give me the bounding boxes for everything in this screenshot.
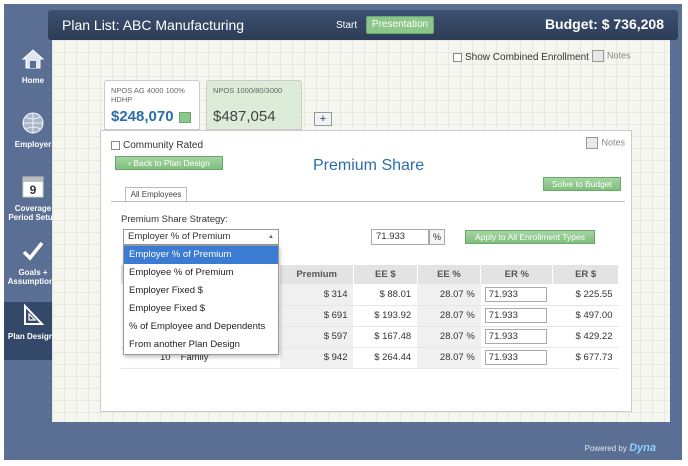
home-icon xyxy=(21,49,45,69)
solve-to-budget-button[interactable]: Solve to Budget xyxy=(543,177,621,191)
sidebar-item-label: Home xyxy=(21,76,45,85)
community-rated-toggle[interactable]: Community Rated xyxy=(111,140,203,151)
add-plan-button[interactable]: + xyxy=(314,112,332,126)
row-er-dollar: $ 429.22 xyxy=(552,326,619,348)
strategy-dropdown-menu: Employer % of Premium Employee % of Prem… xyxy=(123,245,279,355)
row-er-dollar: $ 497.00 xyxy=(552,305,619,327)
calendar-icon: 9 xyxy=(22,176,44,198)
er-pct-input[interactable]: 71.933 xyxy=(484,308,547,323)
globe-icon xyxy=(22,112,44,134)
col-header-ee-pct: EE % xyxy=(417,265,482,284)
percent-input[interactable]: 71.933 xyxy=(371,229,429,245)
tab-divider xyxy=(111,201,625,202)
row-er-pct-cell: 71.933 xyxy=(480,284,553,306)
row-premium: $ 597 xyxy=(279,326,354,348)
check-icon xyxy=(22,241,44,261)
back-to-plan-design-button[interactable]: ‹ Back to Plan Design xyxy=(115,156,223,170)
col-header-premium: Premium xyxy=(279,265,354,284)
show-combined-enrollment[interactable]: Show Combined Enrollment xyxy=(453,52,589,63)
community-rated-label: Community Rated xyxy=(123,140,204,151)
brand-logo: Dyna xyxy=(629,442,656,454)
er-pct-input[interactable]: 71.933 xyxy=(484,286,547,302)
powered-by-footer: Powered by Dyna xyxy=(585,442,656,454)
row-ee-dollar: $ 264.44 xyxy=(353,347,418,369)
plan-name: NPOS AG 4000 100% HDHP xyxy=(111,86,185,104)
row-ee-dollar: $ 88.01 xyxy=(353,284,418,306)
notes-button-top[interactable]: Notes xyxy=(592,50,631,62)
tab-all-employees[interactable]: All Employees xyxy=(125,187,187,201)
row-premium: $ 691 xyxy=(279,305,354,327)
header-bar: Plan List: ABC Manufacturing Start Prese… xyxy=(48,10,678,40)
panel-title: Premium Share xyxy=(313,157,425,174)
premium-share-panel: Community Rated Notes ‹ Back to Plan Des… xyxy=(100,130,632,412)
page-title: Plan List: ABC Manufacturing xyxy=(62,17,245,33)
percent-symbol: % xyxy=(429,229,445,245)
sidebar-item-label: Goals + Assumptions xyxy=(7,268,59,286)
row-er-pct-cell: 71.933 xyxy=(480,305,553,327)
er-pct-input[interactable]: 71.933 xyxy=(484,350,547,365)
col-header-ee-dollar: EE $ xyxy=(353,265,418,284)
plan-value: $487,054 xyxy=(213,108,276,125)
col-header-er-pct: ER % xyxy=(480,265,554,284)
dropdown-option[interactable]: Employer % of Premium xyxy=(124,246,278,264)
notes-label: Notes xyxy=(601,137,625,148)
dropdown-option[interactable]: From another Plan Design xyxy=(124,336,278,354)
notes-button-panel[interactable]: Notes xyxy=(586,137,625,149)
strategy-selected-value: Employer % of Premium xyxy=(128,231,231,242)
combined-label: Show Combined Enrollment xyxy=(465,52,589,63)
plan-card-1[interactable]: NPOS AG 4000 100% HDHP $248,070 xyxy=(104,80,200,130)
sidebar-item-label: Coverage Period Setup xyxy=(8,204,58,222)
dropdown-option[interactable]: % of Employee and Dependents xyxy=(124,318,278,336)
row-ee-pct: 28.07 % xyxy=(417,305,481,327)
col-header-er-dollar: ER $ xyxy=(552,265,619,284)
dropdown-option[interactable]: Employee Fixed $ xyxy=(124,300,278,318)
plan-designs-icon xyxy=(24,303,45,325)
plan-card-2[interactable]: NPOS 1000/80/3000 $487,054 xyxy=(206,80,302,130)
start-link[interactable]: Start xyxy=(336,20,357,31)
sidebar-item-label: Employer xyxy=(14,140,52,149)
row-er-pct-cell: 71.933 xyxy=(480,326,553,348)
row-er-pct-cell: 71.933 xyxy=(480,347,553,369)
checkbox-icon[interactable] xyxy=(453,52,462,62)
strategy-select[interactable]: Employer % of Premium ▲ xyxy=(123,229,279,245)
row-er-dollar: $ 677.73 xyxy=(552,347,619,369)
svg-text:9: 9 xyxy=(30,183,37,197)
notes-label: Notes xyxy=(607,50,631,61)
row-premium: $ 942 xyxy=(279,347,354,369)
row-premium: $ 314 xyxy=(279,284,354,306)
row-er-dollar: $ 225.55 xyxy=(552,284,619,306)
caret-up-icon: ▲ xyxy=(268,234,274,240)
apply-all-enrollment-button[interactable]: Apply to All Enrollment Types xyxy=(465,230,595,244)
er-pct-input[interactable]: 71.933 xyxy=(484,329,547,344)
dropdown-option[interactable]: Employer Fixed $ xyxy=(124,282,278,300)
dropdown-option[interactable]: Employee % of Premium xyxy=(124,264,278,282)
row-ee-pct: 28.07 % xyxy=(417,326,481,348)
row-ee-pct: 28.07 % xyxy=(417,347,481,369)
powered-by-label: Powered by xyxy=(584,444,627,453)
row-ee-dollar: $ 193.92 xyxy=(353,305,418,327)
row-ee-pct: 28.07 % xyxy=(417,284,481,306)
presentation-button[interactable]: Presentation xyxy=(366,16,434,34)
budget-total: Budget: $ 736,208 xyxy=(544,16,664,32)
row-ee-dollar: $ 167.48 xyxy=(353,326,418,348)
plan-name: NPOS 1000/80/3000 xyxy=(213,86,283,95)
workspace: Show Combined Enrollment Notes NPOS AG 4… xyxy=(52,40,670,422)
plan-value: $248,070 xyxy=(111,108,174,125)
strategy-label: Premium Share Strategy: xyxy=(121,214,228,225)
app-frame: Plan List: ABC Manufacturing Start Prese… xyxy=(4,4,682,460)
calculator-icon[interactable] xyxy=(179,112,191,123)
notes-icon xyxy=(586,137,599,149)
notes-icon xyxy=(592,50,604,62)
checkbox-icon[interactable] xyxy=(111,140,120,150)
sidebar-item-label: Plan Designs xyxy=(7,332,59,341)
